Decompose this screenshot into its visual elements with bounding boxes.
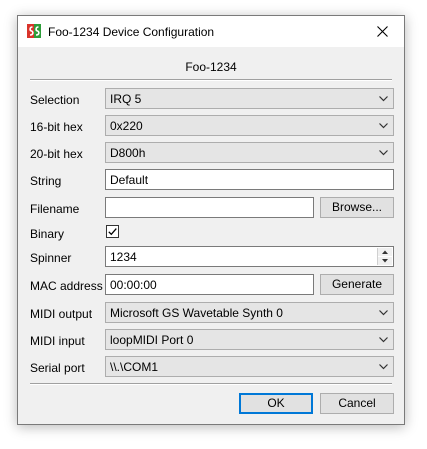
spinner-up-button[interactable] — [378, 248, 392, 256]
chevron-down-icon — [379, 337, 388, 343]
spinner-label: Spinner — [30, 251, 72, 265]
spinner-down-button[interactable] — [378, 257, 392, 265]
chevron-down-icon — [379, 123, 388, 129]
hex20-label: 20-bit hex — [30, 147, 83, 161]
device-config-dialog: Foo-1234 Device Configuration Foo-1234 S… — [17, 15, 405, 425]
chevron-down-icon — [379, 364, 388, 370]
app-logo-icon — [27, 24, 41, 38]
device-heading: Foo-1234 — [185, 60, 237, 74]
midi-output-label: MIDI output — [30, 307, 93, 321]
hex16-value: 0x220 — [110, 119, 143, 133]
midi-output-value: Microsoft GS Wavetable Synth 0 — [110, 306, 283, 320]
chevron-down-icon — [379, 96, 388, 102]
selection-label: Selection — [30, 93, 80, 107]
title-bar: Foo-1234 Device Configuration — [18, 16, 404, 47]
hex20-value: D800h — [110, 146, 146, 160]
spinner-value: 1234 — [110, 250, 137, 264]
mac-label: MAC address — [30, 279, 103, 293]
generate-button[interactable]: Generate — [320, 274, 394, 295]
binary-checkbox[interactable] — [106, 225, 119, 238]
serial-port-label: Serial port — [30, 361, 85, 375]
bottom-separator — [30, 383, 392, 385]
hex16-label: 16-bit hex — [30, 120, 83, 134]
serial-port-value: \\.\COM1 — [110, 360, 159, 374]
midi-output-dropdown[interactable]: Microsoft GS Wavetable Synth 0 — [105, 302, 394, 323]
browse-button[interactable]: Browse... — [320, 197, 394, 218]
spinner-buttons[interactable] — [377, 248, 392, 265]
midi-input-dropdown[interactable]: loopMIDI Port 0 — [105, 329, 394, 350]
close-icon — [376, 25, 388, 37]
mac-input[interactable]: 00:00:00 — [105, 274, 314, 295]
cancel-button[interactable]: Cancel — [320, 393, 394, 414]
ok-button[interactable]: OK — [239, 393, 313, 414]
mac-value: 00:00:00 — [110, 278, 157, 292]
hex16-dropdown[interactable]: 0x220 — [105, 115, 394, 136]
hex20-dropdown[interactable]: D800h — [105, 142, 394, 163]
filename-label: Filename — [30, 202, 80, 216]
selection-dropdown[interactable]: IRQ 5 — [105, 88, 394, 109]
window-title: Foo-1234 Device Configuration — [48, 25, 215, 39]
midi-input-value: loopMIDI Port 0 — [110, 333, 194, 347]
binary-label: Binary — [30, 227, 65, 241]
string-value: Default — [110, 173, 149, 187]
checkmark-icon — [108, 228, 117, 236]
string-input[interactable]: Default — [105, 169, 394, 190]
string-label: String — [30, 174, 62, 188]
midi-input-label: MIDI input — [30, 334, 85, 348]
serial-port-dropdown[interactable]: \\.\COM1 — [105, 356, 394, 377]
close-button[interactable] — [360, 16, 404, 46]
spinner-input[interactable]: 1234 — [105, 246, 394, 267]
selection-value: IRQ 5 — [110, 92, 142, 106]
arrow-down-icon — [382, 259, 388, 263]
chevron-down-icon — [379, 150, 388, 156]
arrow-up-icon — [382, 250, 388, 254]
top-separator — [30, 79, 392, 81]
chevron-down-icon — [379, 310, 388, 316]
filename-input[interactable] — [105, 197, 314, 218]
